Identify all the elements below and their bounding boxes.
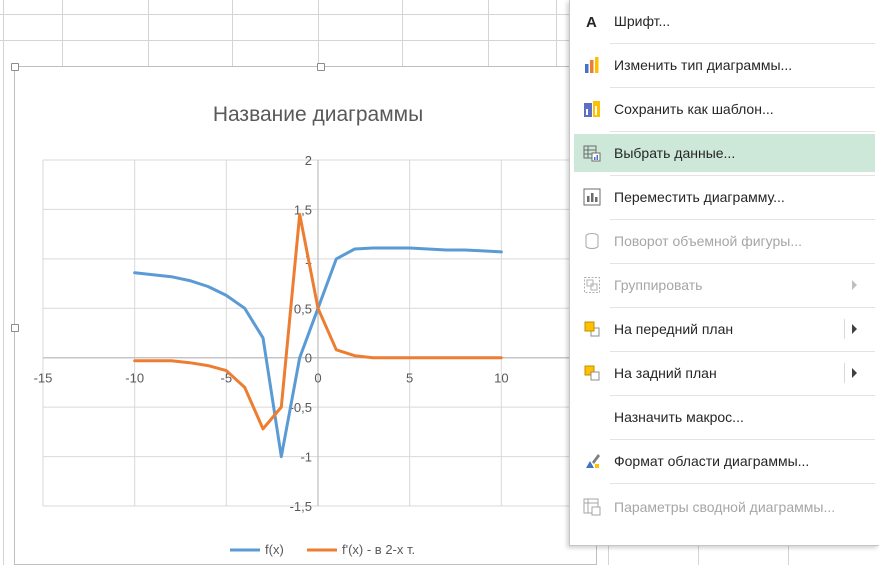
menu-item-label: Назначить макрос...	[614, 409, 744, 425]
3d-rotation-icon	[580, 229, 604, 253]
menu-item-2[interactable]: Изменить тип диаграммы...	[574, 46, 875, 84]
menu-item-3[interactable]: Сохранить как шаблон...	[574, 90, 875, 128]
svg-text:A: A	[586, 14, 597, 29]
menu-separator	[610, 395, 875, 396]
y-tick-label: 0,5	[294, 301, 312, 316]
menu-item-7: Группировать	[574, 266, 875, 304]
chart-title: Название диаграммы	[213, 103, 423, 126]
menu-item-label: На задний план	[614, 365, 717, 381]
chevron-right-icon[interactable]	[852, 368, 857, 378]
format-chart-area-icon	[580, 449, 604, 473]
select-data-icon	[580, 141, 604, 165]
resize-handle-top-left[interactable]	[11, 63, 19, 71]
x-tick-label: -15	[34, 371, 53, 386]
y-tick-label: -0,5	[290, 400, 312, 415]
y-tick-label: -1,5	[290, 499, 312, 514]
font-icon: A	[580, 9, 604, 33]
menu-item-label: Изменить тип диаграммы...	[614, 57, 793, 73]
menu-separator	[610, 219, 875, 220]
x-tick-label: 0	[314, 371, 321, 386]
legend-label-2: f'(x) - в 2-х т.	[342, 542, 415, 557]
chevron-right-icon[interactable]	[852, 324, 857, 334]
change-chart-type-icon	[580, 53, 604, 77]
submenu-divider	[844, 319, 845, 339]
menu-item-label: Сохранить как шаблон...	[614, 101, 774, 117]
menu-item-label: На передний план	[614, 321, 734, 337]
menu-separator	[610, 483, 875, 484]
menu-separator	[610, 351, 875, 352]
save-template-icon	[580, 97, 604, 121]
menu-separator	[610, 439, 875, 440]
menu-item-12: Параметры сводной диаграммы...	[574, 488, 875, 526]
chart-area[interactable]: Название диаграммы -15 -10 -5 0 5 10 -1,5 -1 -0,5…	[11, 63, 598, 566]
menu-item-label: Группировать	[614, 277, 703, 293]
legend-label-1: f(x)	[265, 542, 284, 557]
x-tick-label: -10	[125, 371, 144, 386]
menu-item-label: Шрифт...	[614, 13, 671, 29]
menu-item-9[interactable]: На задний план	[574, 354, 875, 392]
menu-item-10[interactable]: Назначить макрос...	[574, 398, 875, 436]
menu-item-4[interactable]: Выбрать данные...	[574, 134, 875, 172]
bring-to-front-icon	[580, 317, 604, 341]
y-tick-label: 0	[305, 351, 312, 366]
send-to-back-icon	[580, 361, 604, 385]
menu-item-5[interactable]: Переместить диаграмму...	[574, 178, 875, 216]
pivot-chart-options-icon	[580, 495, 604, 519]
y-tick-label: -1	[300, 450, 312, 465]
chart-plot[interactable]: Название диаграммы-15 -10 -5 0 5 10-1,5-1-0,5…	[15, 67, 598, 566]
menu-icon-placeholder	[580, 405, 604, 429]
menu-separator	[610, 131, 875, 132]
resize-handle-middle-left[interactable]	[11, 324, 19, 332]
menu-item-label: Переместить диаграмму...	[614, 189, 785, 205]
menu-item-label: Параметры сводной диаграммы...	[614, 499, 836, 515]
menu-separator	[610, 263, 875, 264]
y-tick-label: 1,5	[294, 202, 312, 217]
menu-item-11[interactable]: Формат области диаграммы...	[574, 442, 875, 480]
group-icon	[580, 273, 604, 297]
menu-separator	[610, 175, 875, 176]
resize-handle-top-middle[interactable]	[317, 63, 325, 71]
x-tick-label: 10	[494, 371, 508, 386]
move-chart-icon	[580, 185, 604, 209]
menu-item-6: Поворот объемной фигуры...	[574, 222, 875, 260]
menu-item-label: Выбрать данные...	[614, 145, 736, 161]
menu-item-1[interactable]: A Шрифт...	[574, 2, 875, 40]
x-tick-label: 5	[406, 371, 413, 386]
menu-separator	[610, 307, 875, 308]
menu-item-label: Формат области диаграммы...	[614, 453, 810, 469]
menu-separator	[610, 87, 875, 88]
menu-item-8[interactable]: На передний план	[574, 310, 875, 348]
submenu-divider	[844, 363, 845, 383]
chevron-right-icon	[852, 280, 857, 290]
menu-item-label: Поворот объемной фигуры...	[614, 233, 803, 249]
context-menu: A Шрифт... Изменить тип диаграммы... Сохран…	[569, 0, 879, 546]
menu-separator	[610, 43, 875, 44]
y-tick-label: 2	[305, 153, 312, 168]
